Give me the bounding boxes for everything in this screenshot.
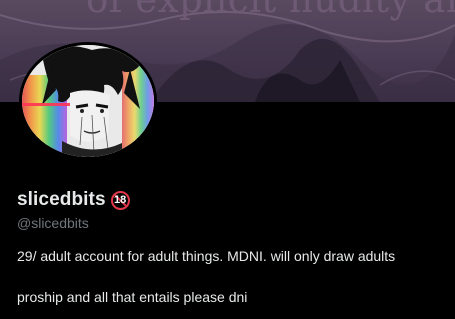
bio-line: 29/ adult account for adult things. MDNI…: [17, 248, 396, 264]
bio-line: proship and all that entails please dni: [17, 289, 248, 305]
user-handle: @slicedbits: [17, 215, 89, 231]
age-badge-label: 18: [114, 194, 127, 206]
profile-info: slicedbits 18 @slicedbits 29/ adult acco…: [17, 188, 447, 305]
banner-text: of explicit nudity and g: [86, 0, 455, 21]
no-under-18-icon: 18: [110, 190, 130, 210]
display-name: slicedbits: [17, 189, 106, 210]
avatar[interactable]: [19, 42, 157, 160]
avatar-image: [22, 45, 154, 157]
name-row: slicedbits 18: [17, 188, 447, 212]
